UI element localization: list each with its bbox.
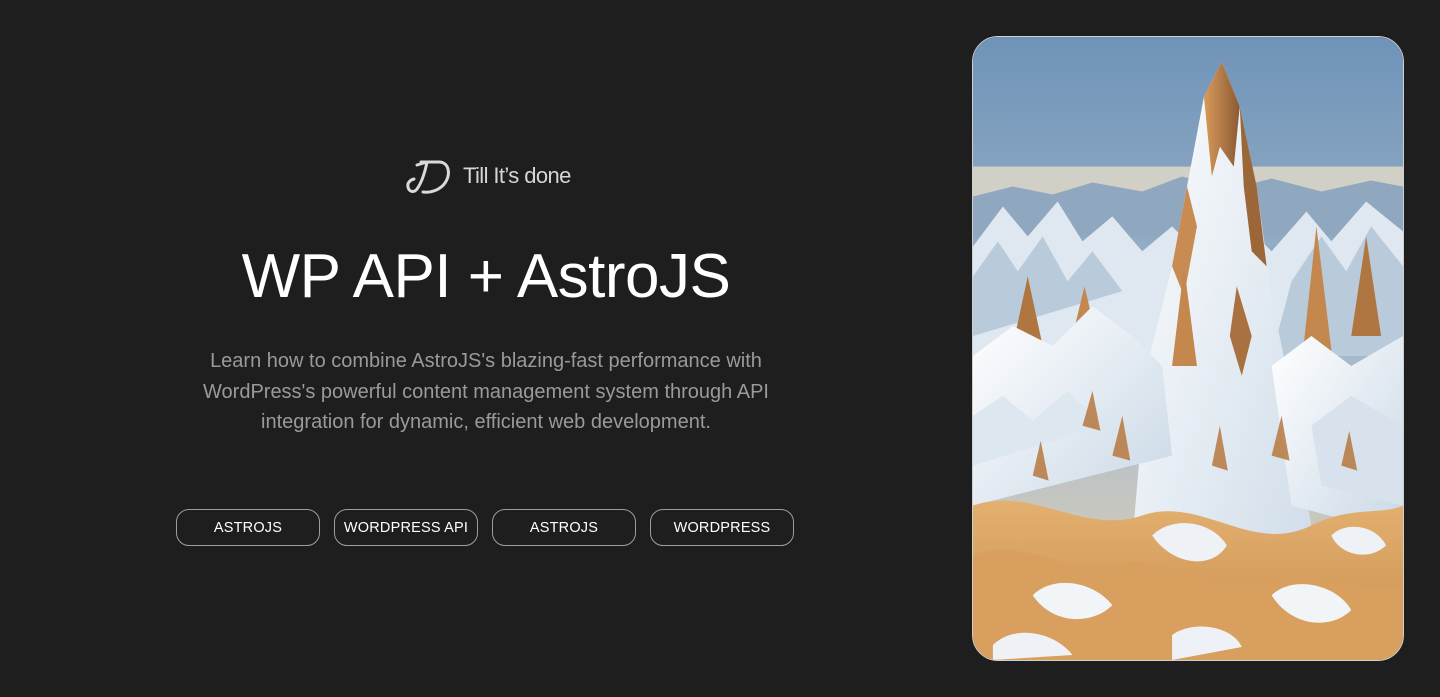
tag-astrojs-2[interactable]: ASTROJS [492, 509, 636, 546]
tag-astrojs[interactable]: ASTROJS [176, 509, 320, 546]
tag-list: ASTROJS WORDPRESS API ASTROJS WORDPRESS [176, 509, 794, 546]
hero-section: Till It’s done WP API + AstroJS Learn ho… [0, 0, 972, 697]
mountain-illustration [973, 37, 1403, 660]
tag-wordpress[interactable]: WORDPRESS [650, 509, 794, 546]
td-monogram-icon [405, 156, 451, 196]
page-description: Learn how to combine AstroJS's blazing-f… [203, 350, 769, 433]
tag-wordpress-api[interactable]: WORDPRESS API [334, 509, 478, 546]
page-title: WP API + AstroJS [241, 242, 731, 311]
brand-link[interactable]: Till It’s done [405, 154, 571, 198]
featured-image [972, 36, 1404, 661]
brand-name: Till It’s done [463, 163, 571, 188]
